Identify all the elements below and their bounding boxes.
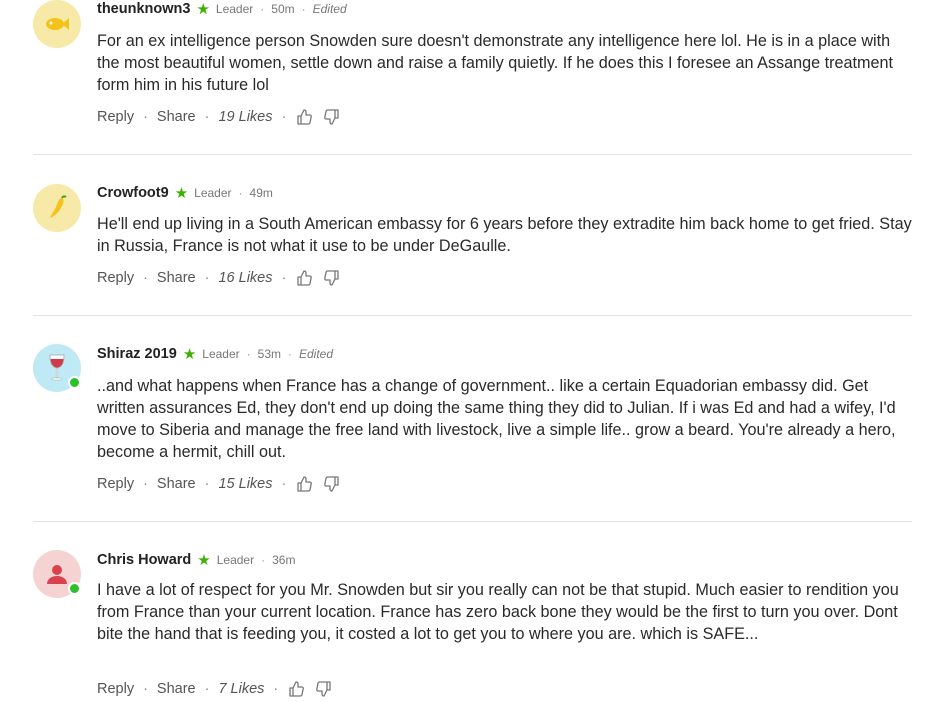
thumbs-down-icon[interactable]	[323, 108, 341, 126]
edited-label: Edited	[312, 2, 347, 16]
likes-count[interactable]: 15 Likes	[218, 476, 272, 492]
separator-dot: ·	[281, 270, 287, 286]
likes-count[interactable]: 19 Likes	[218, 109, 272, 125]
separator-dot: ·	[143, 109, 148, 125]
avatar[interactable]	[33, 344, 81, 392]
leader-badge: Leader	[215, 2, 254, 16]
separator-dot: ·	[281, 476, 287, 492]
separator-dot: ·	[281, 109, 287, 125]
divider	[33, 315, 912, 316]
separator-dot: ·	[246, 347, 251, 361]
separator-dot: ·	[204, 681, 210, 697]
avatar[interactable]	[33, 0, 81, 48]
comment-text: He'll end up living in a South American …	[97, 215, 912, 255]
likes-count[interactable]: 7 Likes	[218, 681, 264, 697]
share-button[interactable]: Share	[157, 270, 196, 286]
separator-dot: ·	[261, 553, 266, 567]
leader-badge: Leader	[194, 186, 232, 200]
online-indicator	[68, 582, 81, 595]
star-icon: ★	[174, 184, 189, 202]
avatar[interactable]	[33, 184, 81, 232]
share-button[interactable]: Share	[157, 109, 196, 125]
separator-dot: ·	[273, 681, 279, 697]
chili-pepper-icon	[46, 195, 68, 221]
thumbs-up-icon[interactable]	[295, 475, 313, 493]
separator-dot: ·	[301, 2, 306, 16]
username[interactable]: theunknown3	[97, 1, 190, 17]
timestamp[interactable]: 53m	[258, 347, 281, 361]
edited-label: Edited	[298, 347, 334, 361]
avatar[interactable]	[33, 550, 81, 598]
separator-dot: ·	[143, 476, 148, 492]
separator-dot: ·	[204, 476, 210, 492]
star-icon: ★	[196, 0, 210, 18]
thumbs-down-icon[interactable]	[323, 475, 341, 493]
separator-dot: ·	[238, 186, 243, 200]
online-indicator	[68, 376, 81, 389]
separator-dot: ·	[143, 270, 148, 286]
thumbs-down-icon[interactable]	[323, 269, 341, 287]
separator-dot: ·	[204, 109, 210, 125]
share-button[interactable]: Share	[157, 681, 196, 697]
separator-dot: ·	[260, 2, 265, 16]
divider	[33, 154, 912, 155]
comment-text: I have a lot of respect for you Mr. Snow…	[97, 581, 899, 643]
username[interactable]: Shiraz 2019	[97, 346, 177, 362]
divider	[33, 521, 912, 522]
thumbs-up-icon[interactable]	[295, 108, 313, 126]
leader-badge: Leader	[216, 553, 255, 567]
star-icon: ★	[197, 551, 211, 569]
separator-dot: ·	[287, 347, 292, 361]
timestamp[interactable]: 50m	[271, 2, 294, 16]
wine-glass-icon	[47, 353, 67, 383]
leader-badge: Leader	[202, 347, 240, 361]
username[interactable]: Crowfoot9	[97, 185, 169, 201]
timestamp[interactable]: 36m	[272, 553, 295, 567]
fish-icon	[44, 14, 70, 34]
reply-button[interactable]: Reply	[97, 270, 134, 286]
reply-button[interactable]: Reply	[97, 109, 134, 125]
thumbs-down-icon[interactable]	[315, 680, 333, 698]
comment-text: ..and what happens when France has a cha…	[97, 377, 896, 461]
thumbs-up-icon[interactable]	[295, 269, 313, 287]
timestamp[interactable]: 49m	[250, 186, 273, 200]
thumbs-up-icon[interactable]	[287, 680, 305, 698]
star-icon: ★	[182, 345, 197, 363]
separator-dot: ·	[143, 681, 148, 697]
separator-dot: ·	[204, 270, 210, 286]
comment-text: For an ex intelligence person Snowden su…	[97, 32, 894, 94]
reply-button[interactable]: Reply	[97, 681, 134, 697]
share-button[interactable]: Share	[157, 476, 196, 492]
user-silhouette-icon	[46, 563, 68, 585]
username[interactable]: Chris Howard	[97, 552, 191, 568]
reply-button[interactable]: Reply	[97, 476, 134, 492]
likes-count[interactable]: 16 Likes	[218, 270, 272, 286]
